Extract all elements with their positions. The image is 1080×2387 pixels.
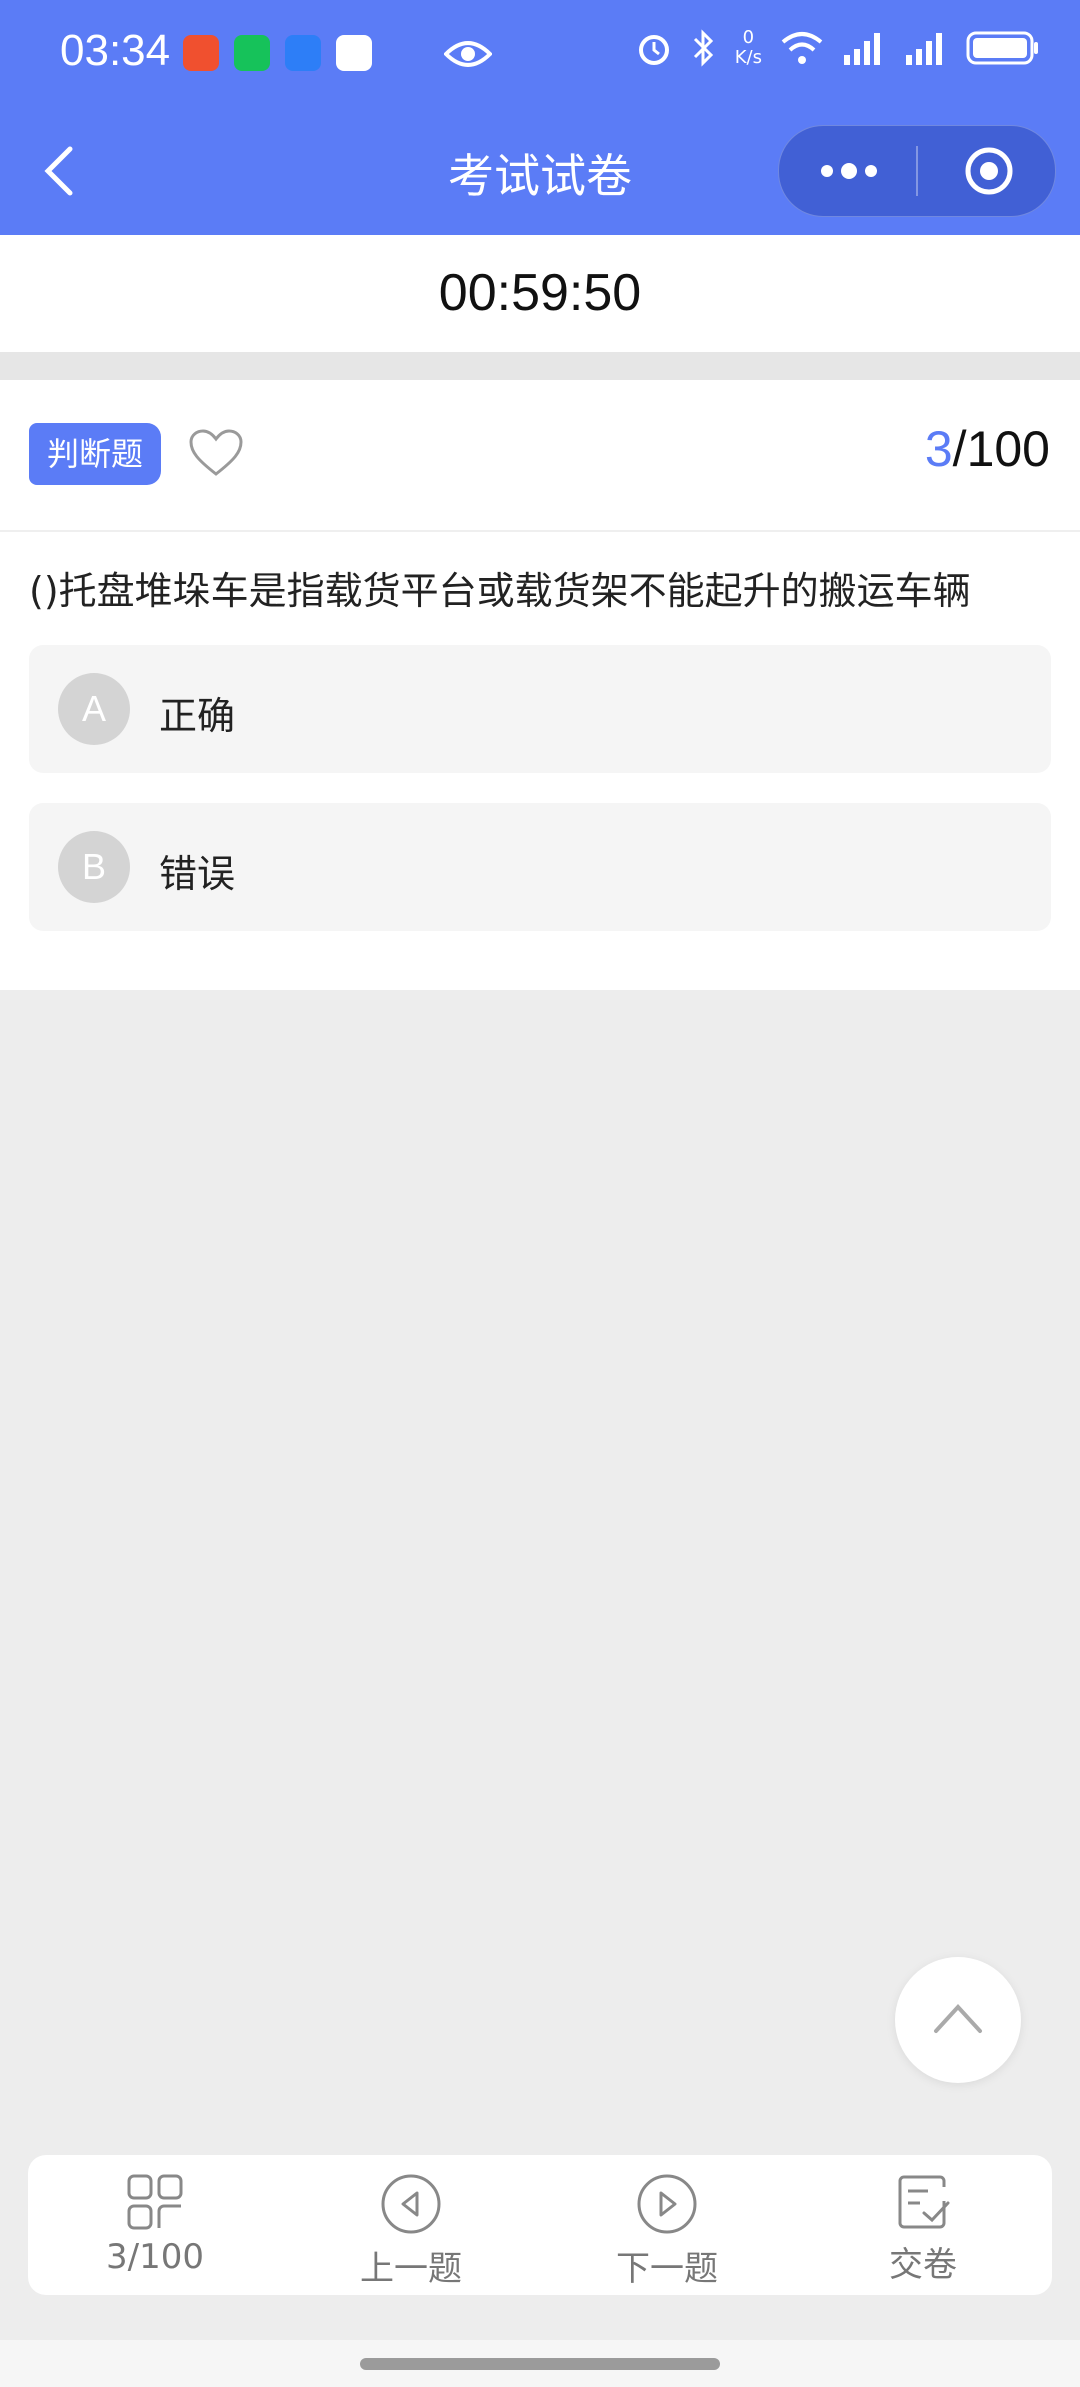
option-letter: A bbox=[58, 673, 130, 745]
option-a[interactable]: A 正确 bbox=[29, 645, 1051, 773]
grid-icon bbox=[127, 2174, 183, 2230]
section-gap bbox=[0, 352, 1080, 380]
heart-icon[interactable] bbox=[188, 428, 244, 478]
option-b[interactable]: B 错误 bbox=[29, 803, 1051, 931]
scroll-to-top-button[interactable] bbox=[895, 1957, 1021, 2083]
eye-icon bbox=[444, 41, 492, 67]
app-notification-icon bbox=[336, 35, 372, 71]
option-letter: B bbox=[58, 831, 130, 903]
app-notification-icon bbox=[183, 35, 219, 71]
prev-icon bbox=[381, 2174, 441, 2234]
bottom-toolbar: 3/100 上一题 下一题 交卷 bbox=[28, 2155, 1052, 2295]
previous-question-button[interactable]: 上一题 bbox=[301, 2173, 521, 2290]
total-questions: /100 bbox=[952, 421, 1050, 477]
status-time: 03:34 bbox=[60, 26, 171, 75]
header: 03:34 0 K/s 考试试卷 bbox=[0, 0, 1080, 235]
target-icon[interactable] bbox=[964, 146, 1014, 196]
current-question-number: 3 bbox=[924, 421, 953, 477]
option-text: 正确 bbox=[159, 694, 236, 738]
submit-exam-button[interactable]: 交卷 bbox=[813, 2173, 1033, 2286]
next-question-button[interactable]: 下一题 bbox=[557, 2173, 777, 2290]
app-notification-icon bbox=[285, 35, 321, 71]
net-speed: 0 K/s bbox=[734, 27, 762, 68]
option-text: 错误 bbox=[159, 852, 236, 896]
wifi-icon bbox=[781, 32, 823, 64]
next-icon bbox=[637, 2174, 697, 2234]
answer-sheet-button[interactable]: 3/100 bbox=[45, 2173, 265, 2277]
question-counter: 3/100 bbox=[925, 420, 1050, 478]
mini-program-capsule bbox=[778, 125, 1056, 217]
bluetooth-icon bbox=[693, 29, 713, 67]
alarm-icon bbox=[638, 35, 669, 65]
next-label: 下一题 bbox=[616, 2249, 718, 2289]
status-bar: 03:34 0 K/s bbox=[0, 0, 1080, 110]
status-icons: 0 K/s bbox=[635, 28, 1040, 68]
chevron-up-icon bbox=[934, 2004, 982, 2033]
wechat-icon bbox=[234, 35, 270, 71]
signal-icon bbox=[844, 33, 880, 65]
capsule-divider bbox=[916, 146, 918, 196]
divider bbox=[0, 530, 1080, 532]
prev-label: 上一题 bbox=[360, 2249, 462, 2289]
question-card: 判断题 3/100 ()托盘堆垛车是指载货平台或载货架不能起升的搬运车辆 A 正… bbox=[0, 380, 1080, 990]
home-gesture-bar[interactable] bbox=[360, 2358, 720, 2370]
battery-icon bbox=[966, 31, 1038, 65]
submit-label: 交卷 bbox=[889, 2245, 957, 2285]
question-type-badge: 判断题 bbox=[29, 423, 161, 485]
submit-icon bbox=[898, 2175, 950, 2229]
signal-icon bbox=[906, 33, 942, 65]
question-text: ()托盘堆垛车是指载货平台或载货架不能起升的搬运车辆 bbox=[29, 569, 971, 613]
more-icon[interactable] bbox=[819, 162, 879, 180]
countdown-timer: 00:59:50 bbox=[0, 235, 1080, 352]
progress-label: 3/100 bbox=[106, 2237, 204, 2277]
